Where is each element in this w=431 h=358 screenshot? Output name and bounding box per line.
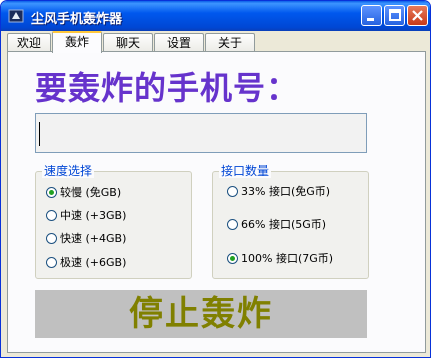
speed-option-fast[interactable]: 快速 (+4GB) <box>46 232 126 246</box>
port-groupbox: 接口数量 33% 接口(免G币) 66% 接口(5G币) 100% 接口(7G币… <box>212 164 369 279</box>
port-option-label: 66% 接口(5G币) <box>241 218 327 231</box>
port-group-title: 接口数量 <box>219 164 272 178</box>
speed-option-extreme[interactable]: 极速 (+6GB) <box>46 256 126 270</box>
close-icon <box>412 10 423 21</box>
maximize-button[interactable] <box>384 5 405 26</box>
title-bar[interactable]: 尘风手机轰炸器 <box>1 1 430 31</box>
tab-panel: 要轰炸的手机号： 速度选择 较慢 (免GB) 中速 (+3GB) 快速 (+4G… <box>7 51 426 353</box>
page-title: 要轰炸的手机号： <box>35 69 300 107</box>
minimize-button[interactable] <box>361 5 382 26</box>
radio-selected-icon <box>46 187 57 198</box>
close-button[interactable] <box>407 5 428 26</box>
speed-option-label: 中速 (+3GB) <box>60 209 127 222</box>
speed-groupbox: 速度选择 较慢 (免GB) 中速 (+3GB) 快速 (+4GB) 极速 (+6… <box>35 164 192 279</box>
phone-number-input[interactable] <box>35 113 367 153</box>
port-option-100[interactable]: 100% 接口(7G币) <box>227 252 333 266</box>
tab-chat[interactable]: 聊天 <box>103 33 153 52</box>
speed-option-slow[interactable]: 较慢 (免GB) <box>46 186 121 200</box>
radio-selected-icon <box>227 253 238 264</box>
speed-option-label: 快速 (+4GB) <box>60 232 127 245</box>
maximize-icon <box>389 9 401 21</box>
radio-icon <box>46 257 57 268</box>
radio-icon <box>46 210 57 221</box>
stop-bombing-button[interactable]: 停止轰炸 <box>35 290 367 338</box>
speed-group-title: 速度选择 <box>42 164 95 178</box>
speed-option-label: 极速 (+6GB) <box>60 256 127 269</box>
radio-icon <box>227 219 238 230</box>
tab-bomb[interactable]: 轰炸 <box>52 31 102 53</box>
radio-icon <box>46 233 57 244</box>
app-icon <box>8 8 24 24</box>
speed-option-medium[interactable]: 中速 (+3GB) <box>46 209 126 223</box>
speed-option-label: 较慢 (免GB) <box>60 186 122 199</box>
minimize-icon <box>367 18 374 21</box>
port-option-label: 100% 接口(7G币) <box>241 252 334 265</box>
window-title: 尘风手机轰炸器 <box>31 12 123 27</box>
tab-about[interactable]: 关于 <box>205 33 255 52</box>
tab-settings[interactable]: 设置 <box>154 33 204 52</box>
port-option-33[interactable]: 33% 接口(免G币) <box>227 185 330 199</box>
tab-welcome[interactable]: 欢迎 <box>7 33 51 52</box>
app-window: 尘风手机轰炸器 欢迎 轰炸 聊天 设置 关于 要轰炸的手机号： 速度选择 较慢 … <box>0 0 431 358</box>
port-option-66[interactable]: 66% 接口(5G币) <box>227 218 326 232</box>
port-option-label: 33% 接口(免G币) <box>241 185 331 198</box>
window-body: 欢迎 轰炸 聊天 设置 关于 要轰炸的手机号： 速度选择 较慢 (免GB) 中速… <box>4 31 427 354</box>
text-caret <box>39 122 40 146</box>
radio-icon <box>227 186 238 197</box>
